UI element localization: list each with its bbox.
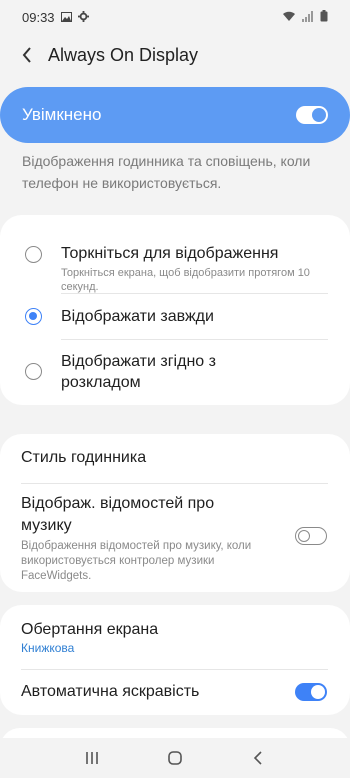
option-title: Торкніться для відображення [61, 245, 279, 262]
display-mode-card: Торкніться для відображення Торкніться е… [0, 215, 350, 405]
option-title: Відображати згідно з розкладом [61, 353, 216, 391]
battery-icon [320, 9, 328, 25]
divider [61, 293, 328, 294]
music-info-subtitle: Відображення відомостей про музику, коли… [21, 540, 252, 582]
option-tap-to-show[interactable]: Торкніться для відображення Торкніться е… [0, 229, 350, 299]
clock-style-item[interactable]: Стиль годинника [21, 447, 321, 469]
app-bar: Always On Display [0, 36, 350, 74]
system-navigation-bar [0, 738, 350, 778]
option-title: Відображати завжди [61, 308, 214, 325]
master-switch-label: Увімкнено [22, 105, 102, 124]
signal-icon [302, 10, 314, 25]
music-info-toggle[interactable] [295, 527, 327, 545]
home-icon [168, 751, 182, 765]
recent-apps-button[interactable] [72, 738, 112, 778]
settings-notification-icon [77, 10, 89, 25]
page-title: Always On Display [48, 44, 199, 65]
home-button[interactable] [155, 738, 195, 778]
back-button[interactable] [0, 36, 54, 74]
screen-rotation-item[interactable]: Обертання екрана Книжкова [21, 619, 321, 655]
auto-brightness-toggle[interactable] [295, 683, 327, 701]
divider [21, 669, 328, 670]
rotation-brightness-card: Обертання екрана Книжкова Автоматична яс… [0, 605, 350, 715]
master-switch-bar[interactable]: Увімкнено [0, 87, 350, 143]
radio-show-always[interactable] [25, 308, 42, 325]
clock-style-title: Стиль годинника [21, 449, 147, 466]
option-show-always[interactable]: Відображати завжди [0, 295, 350, 337]
music-info-item[interactable]: Відображ. відомостей про музику Відображ… [21, 493, 331, 585]
status-time: 09:33 [22, 9, 55, 25]
divider [61, 339, 328, 340]
clock-music-card: Стиль годинника Відображ. відомостей про… [0, 434, 350, 592]
screen-rotation-title: Обертання екрана [21, 621, 159, 638]
option-subtitle: Торкніться екрана, щоб відобразити протя… [61, 267, 310, 293]
screen-rotation-value: Книжкова [21, 641, 75, 655]
back-nav-button[interactable] [238, 738, 278, 778]
gallery-notification-icon [60, 10, 72, 25]
option-schedule[interactable]: Відображати згідно з розкладом [0, 341, 350, 401]
music-info-title: Відображ. відомостей про музику [21, 495, 215, 534]
feature-description: Відображення годинника та сповіщень, кол… [22, 153, 311, 191]
radio-tap-to-show[interactable] [25, 246, 42, 263]
recent-apps-icon [85, 752, 98, 764]
status-bar: 09:33 [0, 0, 350, 34]
auto-brightness-title: Автоматична яскравість [21, 683, 200, 700]
radio-schedule[interactable] [25, 363, 42, 380]
auto-brightness-item[interactable]: Автоматична яскравість [21, 681, 331, 703]
wifi-icon [282, 10, 296, 25]
master-toggle[interactable] [296, 106, 328, 124]
back-arrow-icon [22, 47, 31, 63]
divider [21, 483, 328, 484]
back-nav-icon [254, 751, 262, 765]
